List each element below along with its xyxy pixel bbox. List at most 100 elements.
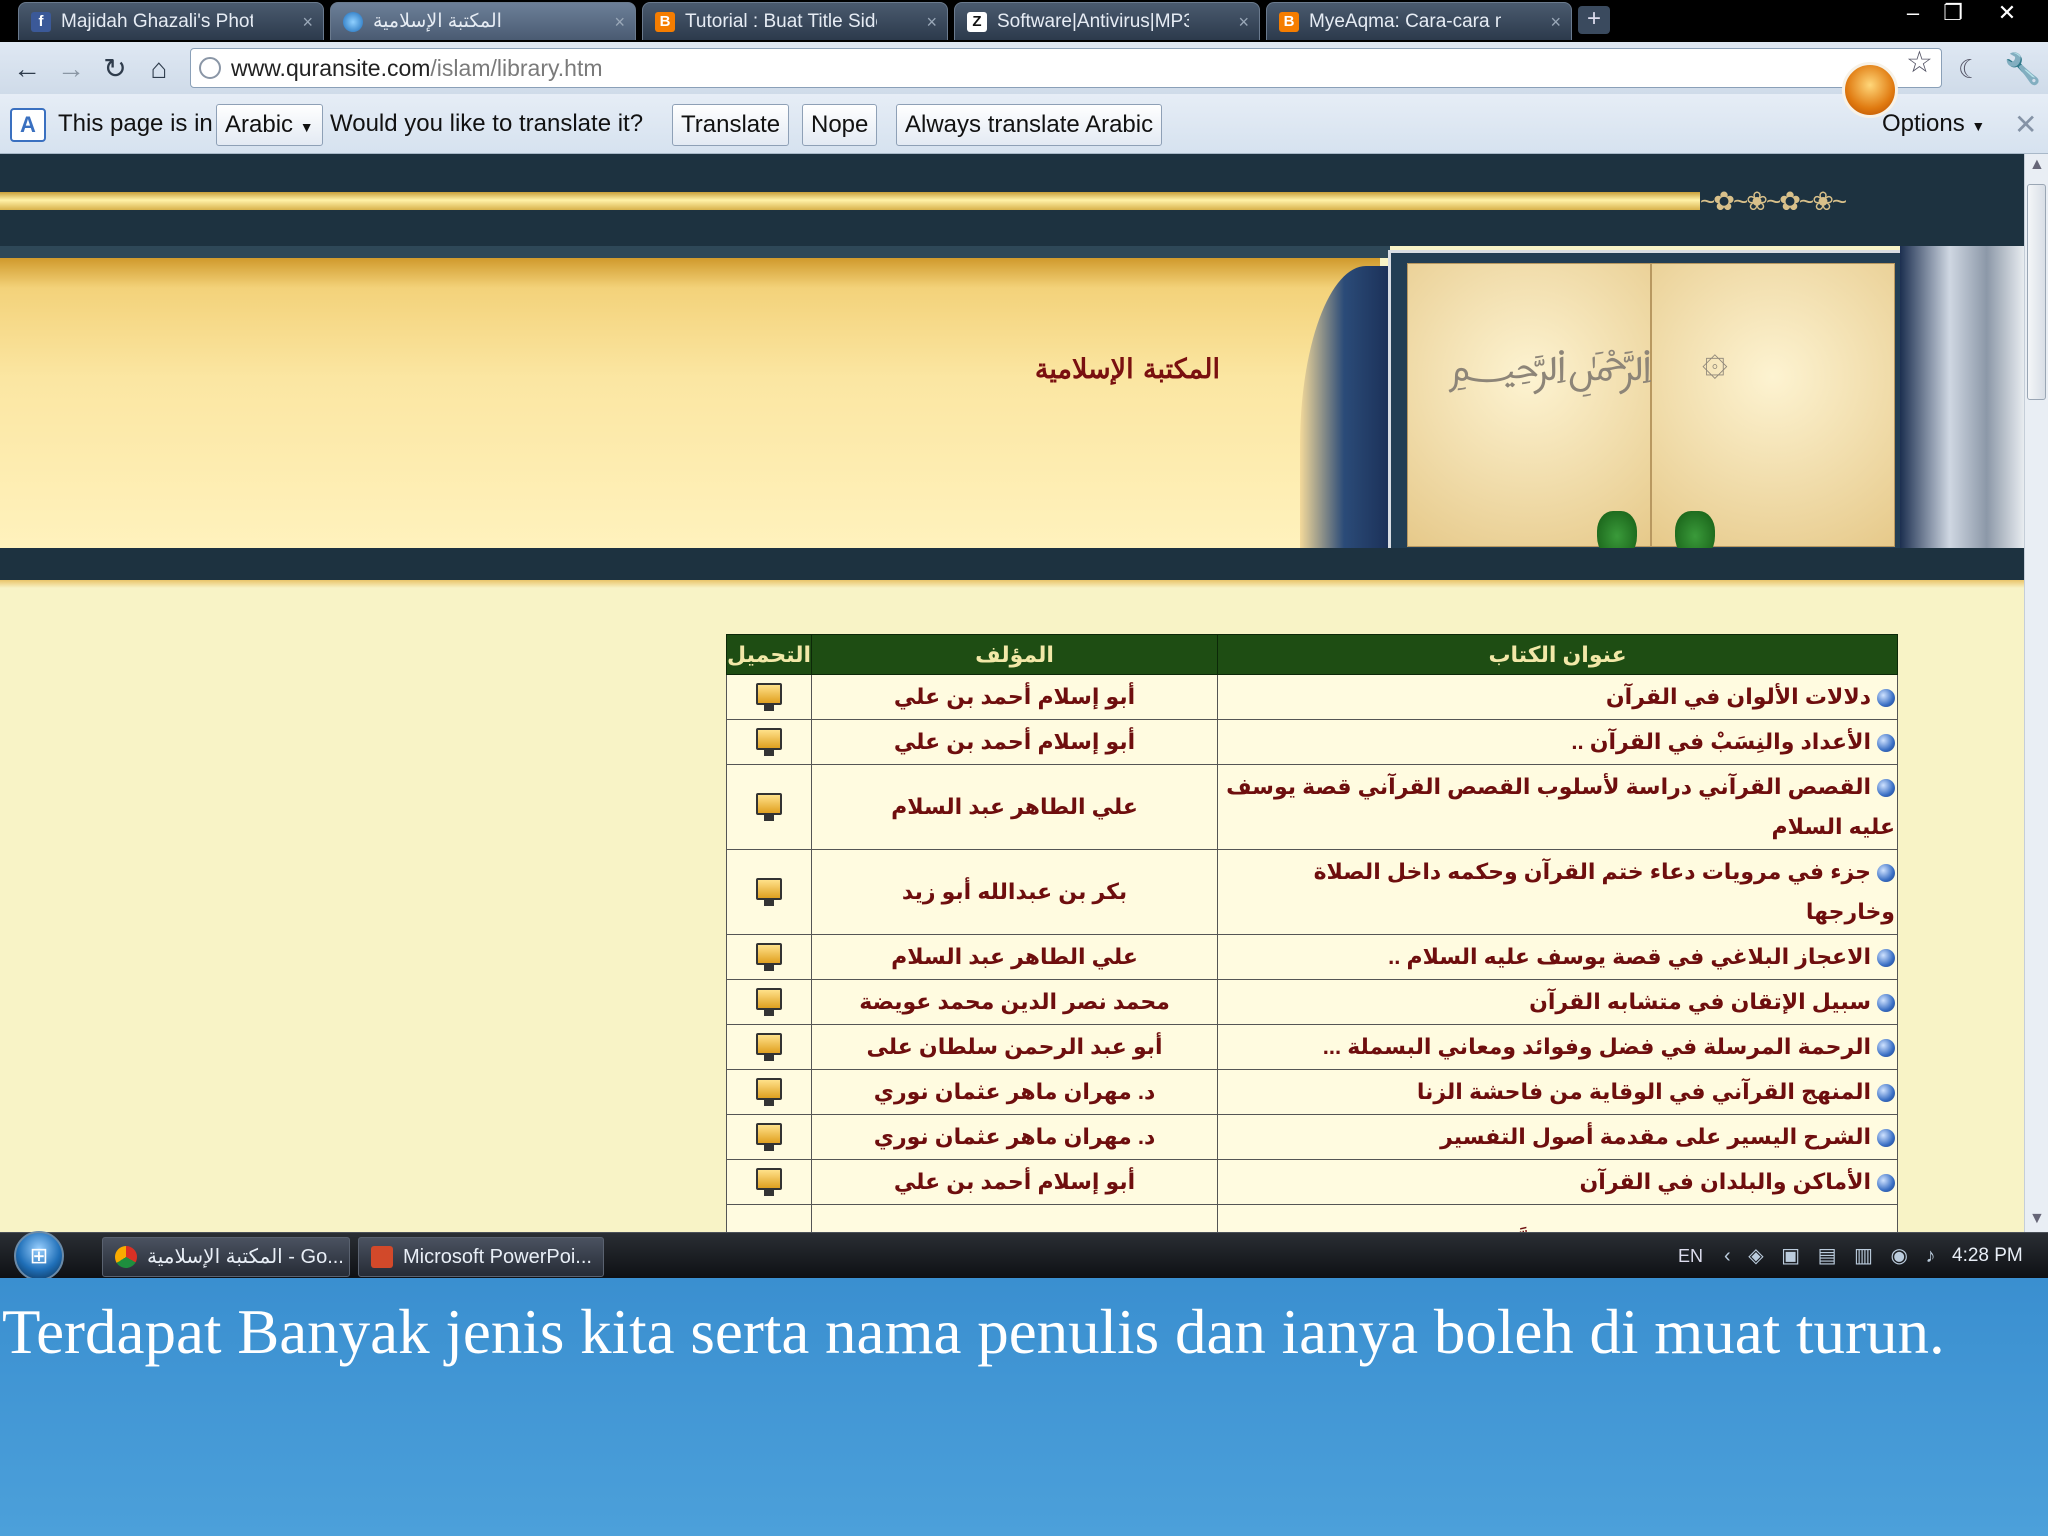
book-title[interactable]: المنهج القرآني في الوقاية من فاحشة الزنا xyxy=(1417,1079,1871,1104)
tab-tutorial-title-sidebar[interactable]: B Tutorial : Buat Title Sideb... × xyxy=(642,2,948,40)
download-icon[interactable] xyxy=(756,728,783,756)
translate-icon: A xyxy=(10,108,46,142)
book-title-cell[interactable]: الشرح اليسير على مقدمة أصول التفسير xyxy=(1217,1114,1898,1160)
book-title[interactable]: الأعداد والنِسَبْ في القرآن .. xyxy=(1571,729,1871,754)
page-info-icon[interactable] xyxy=(199,57,221,79)
download-cell[interactable] xyxy=(725,979,813,1025)
close-icon[interactable]: × xyxy=(302,3,313,40)
nope-button[interactable]: Nope xyxy=(802,104,878,146)
close-icon[interactable]: ✕ xyxy=(2014,108,2037,141)
options-menu[interactable]: Options ▼ xyxy=(1882,94,1985,156)
home-icon[interactable]: ⌂ xyxy=(142,52,176,86)
task-powerpoint-window[interactable]: Microsoft PowerPoi... xyxy=(358,1237,604,1277)
download-cell[interactable] xyxy=(725,1114,813,1160)
system-tray-icons[interactable]: ‹ ◈ ▣ ▤ ▥ ◉ ♪ xyxy=(1724,1233,1942,1279)
author-cell: د. مهران ماهر عثمان نوري xyxy=(811,1114,1219,1160)
windows-start-icon[interactable]: ⊞ xyxy=(14,1231,64,1281)
author-cell: أبو عبد الرحمن سلطان على xyxy=(811,1024,1219,1070)
close-icon[interactable]: × xyxy=(1238,3,1249,40)
tab-islamic-library[interactable]: المكتبة الإسلامية × xyxy=(330,2,636,40)
tab-title: Majidah Ghazali's Photos... xyxy=(61,11,253,32)
download-icon[interactable] xyxy=(756,793,783,821)
book-title-cell[interactable]: المنهج القرآني في الوقاية من فاحشة الزنا xyxy=(1217,1069,1898,1115)
download-cell[interactable] xyxy=(725,764,813,850)
book-title[interactable]: جزء في مرويات دعاء ختم القرآن وحكمه داخل… xyxy=(1314,859,1895,924)
download-cell[interactable] xyxy=(725,1204,813,1232)
book-title-cell[interactable]: جزء في مرويات دعاء ختم القرآن وحكمه داخل… xyxy=(1217,849,1898,935)
scroll-down-arrow-icon[interactable]: ▼ xyxy=(2029,1210,2045,1228)
book-author: علي الطاهر عبد السلام xyxy=(891,944,1138,969)
tab-facebook-photos[interactable]: f Majidah Ghazali's Photos... × xyxy=(18,2,324,40)
book-title-cell[interactable]: دلالات الألوان في القرآن xyxy=(1217,674,1898,720)
download-cell[interactable] xyxy=(725,719,813,765)
download-icon[interactable] xyxy=(756,988,783,1016)
extension-icon[interactable]: ☾ xyxy=(1958,54,1981,85)
book-title-cell[interactable]: الاعجاز البلاغي في قصة يوسف عليه السلام … xyxy=(1217,934,1898,980)
language-select[interactable]: Arabic ▼ xyxy=(216,104,323,146)
download-icon[interactable] xyxy=(756,1123,783,1151)
back-arrow-icon[interactable]: ← xyxy=(10,52,44,86)
book-title-cell[interactable]: الرحمة المرسلة في فضل وفوائد ومعاني البس… xyxy=(1217,1024,1898,1070)
translate-button[interactable]: Translate xyxy=(672,104,790,146)
author-cell: أبو إسلام أحمد بن علي xyxy=(811,719,1219,765)
download-icon[interactable] xyxy=(756,1078,783,1106)
task-chrome-window[interactable]: المكتبة الإسلامية - Go... xyxy=(102,1237,350,1277)
book-title-cell[interactable]: الأماكن والبلدان في القرآن xyxy=(1217,1159,1898,1205)
tab-software-antivirus[interactable]: Z Software|Antivirus|MP3|T... × xyxy=(954,2,1260,40)
forward-arrow-icon[interactable]: → xyxy=(54,52,88,86)
book-title[interactable]: دلالات الألوان في القرآن xyxy=(1606,684,1871,709)
download-icon[interactable] xyxy=(756,943,783,971)
powerpoint-icon xyxy=(371,1246,393,1268)
address-bar[interactable]: www.quransite.com/islam/library.htm xyxy=(190,48,1942,88)
book-title-cell[interactable]: الأعداد والنِسَبْ في القرآن .. xyxy=(1217,719,1898,765)
book-title[interactable]: القصص القرآني دراسة لأسلوب القصص القرآني… xyxy=(1226,774,1895,839)
book-title-cell[interactable]: القصص القرآني دراسة لأسلوب القصص القرآني… xyxy=(1217,764,1898,850)
download-icon[interactable] xyxy=(756,1168,783,1196)
download-cell[interactable] xyxy=(725,1024,813,1070)
book-title-cell[interactable]: سبيل الإتقان في متشابه القرآن xyxy=(1217,979,1898,1025)
browser-toolbar: ← → ↻ ⌂ www.quransite.com/islam/library.… xyxy=(0,42,2048,94)
minimize-button[interactable]: – xyxy=(1894,0,1932,28)
book-title[interactable]: الاعجاز البلاغي في قصة يوسف عليه السلام … xyxy=(1388,944,1871,969)
scroll-up-arrow-icon[interactable]: ▲ xyxy=(2029,156,2045,174)
extension-badge-icon[interactable] xyxy=(1842,62,1898,118)
download-icon[interactable] xyxy=(756,1033,783,1061)
reload-icon[interactable]: ↻ xyxy=(98,52,132,86)
window-close-button[interactable]: ✕ xyxy=(1988,0,2026,28)
bullet-icon xyxy=(1877,779,1895,798)
tab-myeaqma[interactable]: B MyeAqma: Cara-cara me... × xyxy=(1266,2,1572,40)
book-title[interactable]: الشرح اليسير على مقدمة أصول التفسير xyxy=(1440,1124,1871,1149)
book-title-cell[interactable]: الإقليد من أحكام التجويد (أول مؤلَّف نجد… xyxy=(1217,1204,1898,1232)
page-viewport: ~✿~❀~✿~❀~ ﷽ ۞ المكتبة الإسلامية عنوان ال… xyxy=(0,154,2024,1232)
restore-button[interactable]: ❐ xyxy=(1934,0,1972,28)
table-header-row: عنوان الكتاب المؤلف التحميل xyxy=(725,634,1898,675)
always-translate-button[interactable]: Always translate Arabic xyxy=(896,104,1163,146)
language-indicator[interactable]: EN xyxy=(1678,1233,1703,1279)
caption-panel: Terdapat Banyak jenis kita serta nama pe… xyxy=(0,1278,2048,1536)
header-bottom-gold xyxy=(0,580,2024,588)
scrollbar-thumb[interactable] xyxy=(2027,184,2046,400)
download-cell[interactable] xyxy=(725,849,813,935)
book-title[interactable]: الأماكن والبلدان في القرآن xyxy=(1580,1169,1872,1194)
book-title[interactable]: الرحمة المرسلة في فضل وفوائد ومعاني البس… xyxy=(1323,1034,1871,1059)
blogger-icon: B xyxy=(1279,12,1299,32)
globe-icon xyxy=(343,12,363,32)
download-cell[interactable] xyxy=(725,934,813,980)
page-scrollbar[interactable]: ▲ ▼ xyxy=(2024,154,2048,1232)
download-cell[interactable] xyxy=(725,674,813,720)
wrench-menu-icon[interactable]: 🔧 xyxy=(2004,52,2041,87)
download-icon[interactable] xyxy=(756,878,783,906)
taskbar-clock[interactable]: 4:28 PM xyxy=(1952,1233,2023,1279)
download-icon[interactable] xyxy=(756,683,783,711)
header-download: التحميل xyxy=(725,634,813,675)
close-icon[interactable]: × xyxy=(926,3,937,40)
new-tab-button[interactable]: + xyxy=(1578,6,1610,34)
author-cell: أبو إسلام أحمد بن علي xyxy=(811,674,1219,720)
bookmark-star-icon[interactable]: ☆ xyxy=(1906,45,1933,80)
download-cell[interactable] xyxy=(725,1069,813,1115)
close-icon[interactable]: × xyxy=(1550,3,1561,40)
book-title[interactable]: سبيل الإتقان في متشابه القرآن xyxy=(1529,989,1871,1014)
bullet-icon xyxy=(1877,949,1895,968)
download-cell[interactable] xyxy=(725,1159,813,1205)
close-icon[interactable]: × xyxy=(614,3,625,40)
